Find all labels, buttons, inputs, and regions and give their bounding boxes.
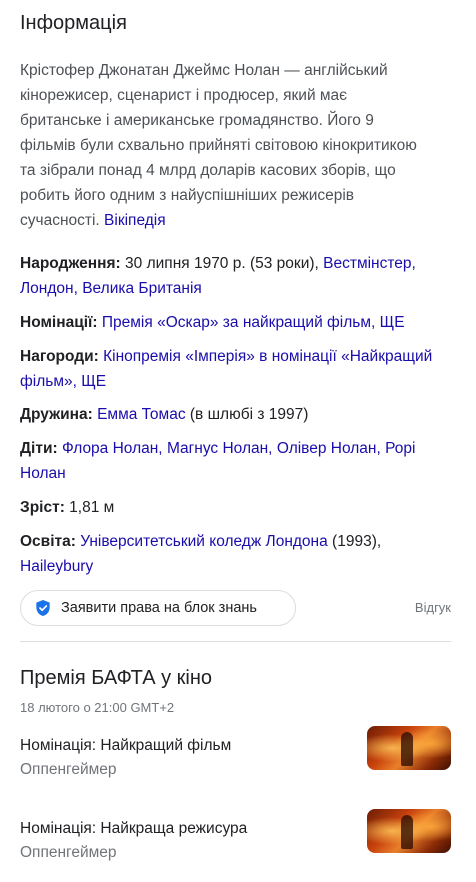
fact-label: Нагороди: [20,348,99,365]
fact-label: Зріст: [20,499,65,516]
panel-description: Крістофер Джонатан Джеймс Нолан — англій… [20,58,432,233]
claim-label: Заявити права на блок знань [61,600,257,616]
born-place-link-westminster[interactable]: Вестмінстер, [323,255,416,272]
child-link-flora[interactable]: Флора Нолан, [62,440,163,457]
child-link-magnus[interactable]: Магнус Нолан, [167,440,273,457]
fact-label: Освіта: [20,533,76,550]
fact-awards: Нагороди: Кінопремія «Імперія» в номінац… [20,344,450,394]
section-divider [20,641,451,642]
fact-label: Номінації: [20,314,98,331]
list-item[interactable]: Номінація: Найкращий фільм Оппенгеймер [20,726,451,782]
nominations-more-link[interactable]: ЩЕ [380,314,405,331]
education-year: (1993), [332,533,382,550]
education-link-haileybury[interactable]: Haileybury [20,558,93,575]
nomination-film: Оппенгеймер [20,761,117,778]
nomination-film: Оппенгеймер [20,844,117,861]
event-title[interactable]: Премія БАФТА у кіно [20,665,212,691]
fact-label: Діти: [20,440,58,457]
fact-label: Народження: [20,255,121,272]
born-date: 30 липня 1970 р. (53 роки), [125,255,319,272]
born-place-link-uk[interactable]: Велика Британія [82,280,202,297]
wikipedia-link[interactable]: Вікіпедія [104,212,166,229]
list-item[interactable]: Номінація: Найкраща режисура Оппенгеймер [20,809,451,865]
child-link-oliver[interactable]: Олівер Нолан, [277,440,381,457]
nomination-label: Номінація: Найкращий фільм [20,737,232,754]
spouse-link[interactable]: Емма Томас [97,406,185,423]
awards-more-link[interactable]: ЩЕ [81,373,106,390]
panel-heading: Інформація [20,12,127,34]
feedback-link[interactable]: Відгук [415,600,451,615]
height-value: 1,81 м [69,499,115,516]
event-date: 18 лютого о 21:00 GMT+2 [20,700,175,715]
fact-born: Народження: 30 липня 1970 р. (53 роки), … [20,251,450,301]
description-text: Крістофер Джонатан Джеймс Нолан — англій… [20,62,417,229]
fact-education: Освіта: Університетський коледж Лондона … [20,529,450,579]
nomination-link-oscar[interactable]: Премія «Оскар» за найкращий фільм, [102,314,375,331]
film-thumbnail[interactable] [367,809,451,853]
born-place-link-london[interactable]: Лондон, [20,280,78,297]
film-thumbnail[interactable] [367,726,451,770]
verified-shield-icon [36,600,50,616]
fact-height: Зріст: 1,81 м [20,495,450,520]
fact-label: Дружина: [20,406,93,423]
fact-spouse: Дружина: Емма Томас (в шлюбі з 1997) [20,402,450,427]
fact-children: Діти: Флора Нолан, Магнус Нолан, Олівер … [20,436,450,486]
nomination-label: Номінація: Найкраща режисура [20,820,248,837]
fact-nominations: Номінації: Премія «Оскар» за найкращий ф… [20,310,450,335]
education-link-ucl[interactable]: Університетський коледж Лондона [80,533,328,550]
spouse-years: (в шлюбі з 1997) [189,406,309,423]
claim-knowledge-panel-button[interactable]: Заявити права на блок знань [20,590,296,626]
